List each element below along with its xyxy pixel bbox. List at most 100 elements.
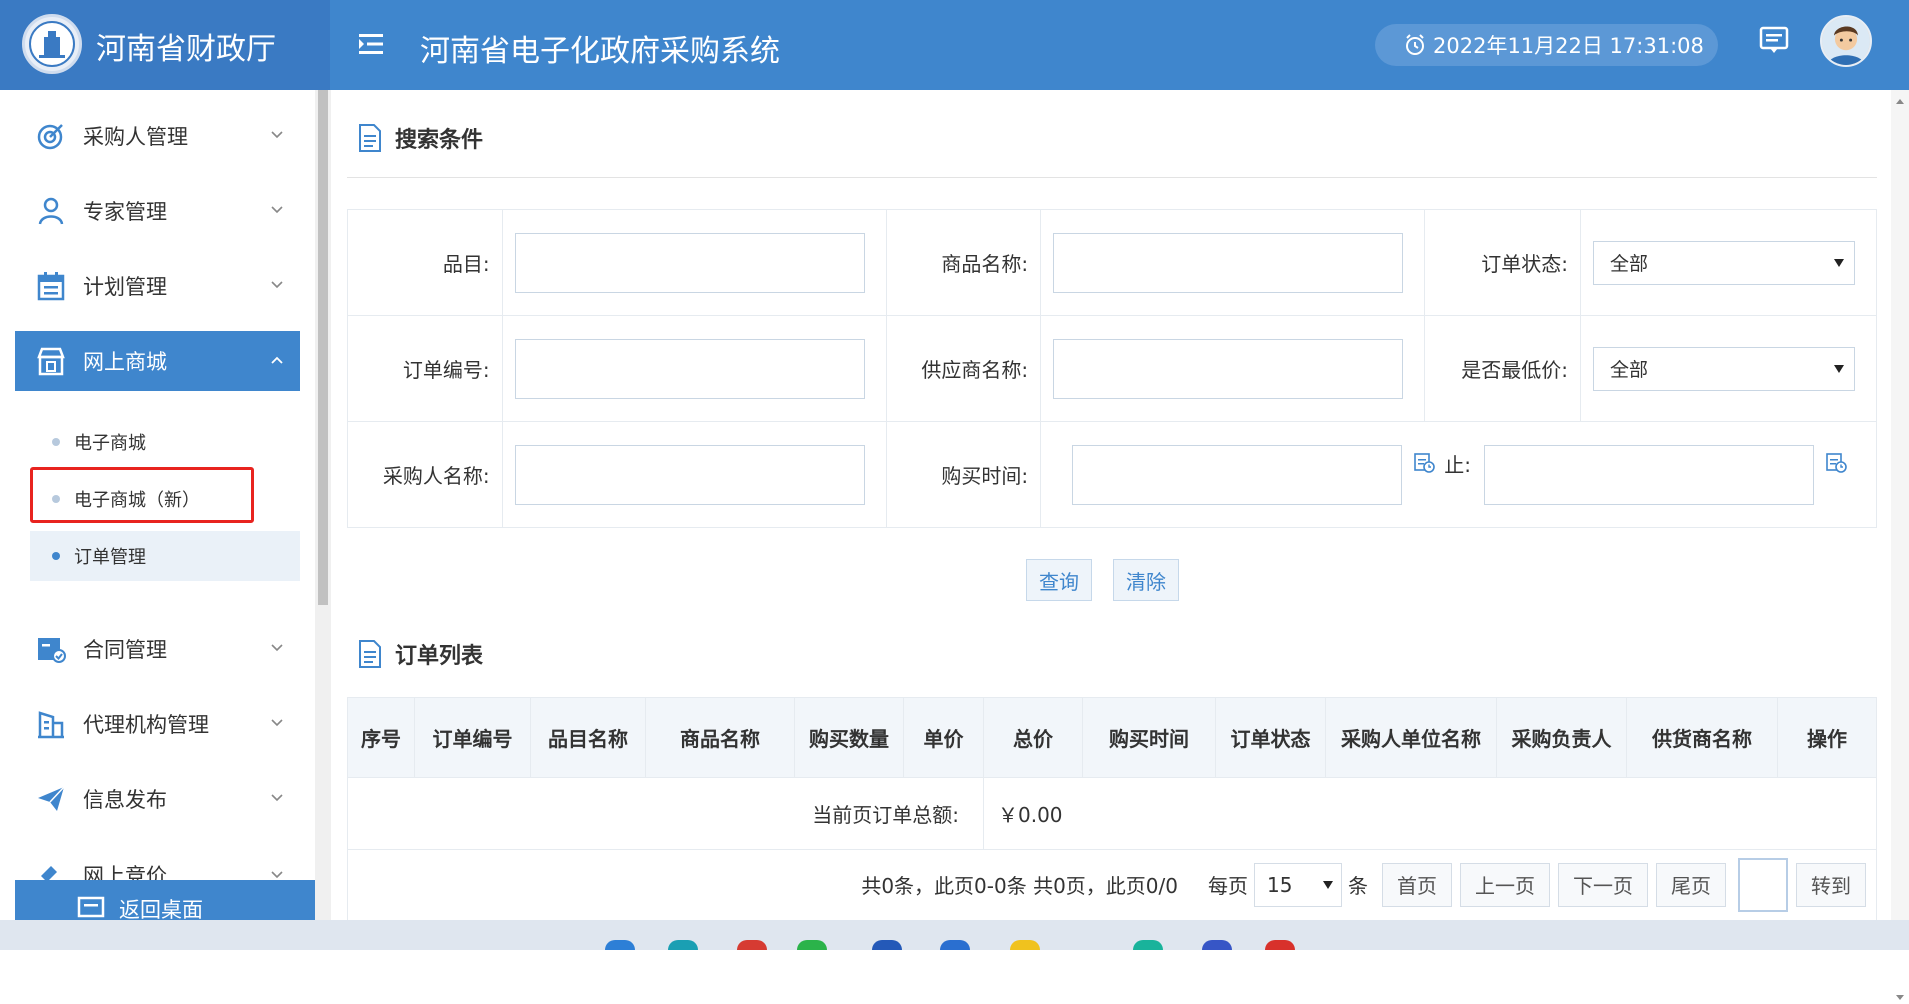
taskbar-app-icon[interactable] bbox=[1265, 940, 1295, 950]
table-header-row: 序号 订单编号 品目名称 商品名称 购买数量 单价 总价 购买时间 订单状态 采… bbox=[347, 697, 1877, 778]
highlight-box bbox=[30, 467, 254, 523]
taskbar-app-icon[interactable] bbox=[940, 940, 970, 950]
chevron-down-icon bbox=[271, 719, 283, 727]
sidebar-subitem-label: 订单管理 bbox=[74, 547, 146, 568]
sidebar-scrollbar-thumb[interactable] bbox=[318, 90, 328, 605]
first-page-button[interactable]: 首页 bbox=[1382, 862, 1452, 907]
menu-toggle-icon[interactable] bbox=[355, 28, 387, 60]
order-no-label: 订单编号: bbox=[347, 315, 503, 422]
scroll-up-icon[interactable] bbox=[1891, 96, 1909, 108]
taskbar-app-icon[interactable] bbox=[1133, 940, 1163, 950]
column-header: 商品名称 bbox=[645, 697, 795, 778]
prev-page-button[interactable]: 上一页 bbox=[1460, 862, 1550, 907]
supplier-name-label: 供应商名称: bbox=[885, 315, 1042, 422]
sidebar-subitem-order-management[interactable]: 订单管理 bbox=[30, 531, 300, 581]
last-page-button[interactable]: 尾页 bbox=[1656, 862, 1726, 907]
clear-button[interactable]: 清除 bbox=[1113, 559, 1179, 601]
sidebar-item-info-release[interactable]: 信息发布 bbox=[15, 769, 300, 829]
person-icon bbox=[38, 197, 64, 225]
chevron-up-icon bbox=[271, 356, 283, 364]
sidebar-item-label: 代理机构管理 bbox=[83, 713, 209, 737]
sidebar-subitem-label: 电子商城 bbox=[74, 433, 146, 454]
lowest-price-select[interactable]: 全部 bbox=[1592, 346, 1855, 391]
order-list-title: 订单列表 bbox=[395, 644, 484, 669]
chevron-down-icon bbox=[271, 281, 283, 289]
column-header: 采购人单位名称 bbox=[1325, 697, 1497, 778]
chevron-down-icon bbox=[271, 644, 283, 652]
per-page-select[interactable]: 15 bbox=[1254, 862, 1342, 907]
taskbar-app-icon[interactable] bbox=[737, 940, 767, 950]
supplier-name-input[interactable] bbox=[1053, 338, 1404, 399]
column-header: 购买数量 bbox=[794, 697, 904, 778]
main-content: 搜索条件 品目: 商品名称: 订单状态: 全部 订单编号: 供应商名称: 是否最… bbox=[331, 90, 1889, 950]
go-button[interactable]: 转到 bbox=[1796, 862, 1866, 907]
avatar[interactable] bbox=[1820, 15, 1872, 67]
taskbar-app-icon[interactable] bbox=[605, 940, 635, 950]
target-icon bbox=[37, 124, 63, 150]
order-no-input[interactable] bbox=[514, 338, 865, 399]
order-status-label: 订单状态: bbox=[1424, 209, 1581, 316]
column-header: 采购负责人 bbox=[1496, 697, 1627, 778]
sidebar-item-online-mall[interactable]: 网上商城 bbox=[15, 331, 300, 391]
building-icon bbox=[38, 711, 64, 739]
contract-icon bbox=[38, 638, 66, 663]
order-status-select[interactable]: 全部 bbox=[1592, 240, 1855, 285]
date-picker-icon[interactable] bbox=[1825, 451, 1848, 473]
sidebar-item-label: 信息发布 bbox=[83, 788, 167, 812]
next-page-button[interactable]: 下一页 bbox=[1558, 862, 1648, 907]
pagination-summary: 共0条，此页0-0条 共0页，此页0/0 bbox=[861, 874, 1178, 898]
product-name-input[interactable] bbox=[1053, 232, 1404, 293]
sidebar-item-label: 网上商城 bbox=[83, 350, 167, 374]
sidebar-item-label: 合同管理 bbox=[83, 638, 167, 662]
main-scrollbar[interactable] bbox=[1891, 90, 1909, 1000]
taskbar-app-icon[interactable] bbox=[668, 940, 698, 950]
sidebar-item-plan[interactable]: 计划管理 bbox=[15, 256, 300, 316]
buyer-name-input[interactable] bbox=[514, 444, 865, 505]
hammer-icon bbox=[41, 866, 57, 880]
brand-title: 河南省财政厅 bbox=[96, 32, 276, 67]
product-name-label: 商品名称: bbox=[885, 209, 1042, 316]
sidebar-item-contract[interactable]: 合同管理 bbox=[15, 619, 300, 679]
document-icon bbox=[359, 124, 381, 152]
query-button[interactable]: 查询 bbox=[1026, 559, 1092, 601]
system-title: 河南省电子化政府采购系统 bbox=[420, 34, 780, 69]
sidebar-item-label: 专家管理 bbox=[83, 200, 167, 224]
sidebar-item-online-bidding[interactable]: 网上竞价 bbox=[15, 844, 300, 880]
taskbar-app-icon[interactable] bbox=[1202, 940, 1232, 950]
buyer-name-label: 采购人名称: bbox=[347, 421, 503, 528]
taskbar-app-icon[interactable] bbox=[797, 940, 827, 950]
purchase-time-end-input[interactable] bbox=[1484, 444, 1815, 505]
page-number-input[interactable] bbox=[1738, 857, 1788, 912]
total-row: 当前页订单总额: ￥0.00 bbox=[347, 777, 1877, 850]
chevron-down-icon bbox=[271, 794, 283, 802]
dropdown-arrow-icon bbox=[1833, 364, 1844, 373]
to-label: 止: bbox=[1444, 452, 1472, 477]
emblem-icon bbox=[29, 21, 75, 67]
sidebar-item-expert[interactable]: 专家管理 bbox=[15, 181, 300, 241]
category-label: 品目: bbox=[347, 209, 503, 316]
sidebar-item-agency[interactable]: 代理机构管理 bbox=[15, 694, 300, 754]
logo bbox=[22, 14, 82, 74]
order-status-value: 全部 bbox=[1609, 253, 1648, 275]
category-input[interactable] bbox=[514, 232, 865, 293]
taskbar-app-icon[interactable] bbox=[872, 940, 902, 950]
sidebar-scrollbar[interactable] bbox=[315, 90, 331, 950]
lowest-price-label: 是否最低价: bbox=[1424, 315, 1581, 422]
purchase-time-start-input[interactable] bbox=[1072, 444, 1403, 505]
date-picker-icon[interactable] bbox=[1413, 451, 1435, 473]
page-total-value: ￥0.00 bbox=[983, 777, 1877, 850]
scroll-down-icon[interactable] bbox=[1891, 992, 1909, 1004]
taskbar-app-icon[interactable] bbox=[1010, 940, 1040, 950]
column-header: 单价 bbox=[903, 697, 984, 778]
dropdown-arrow-icon bbox=[1833, 258, 1844, 267]
sidebar-subitem-emall[interactable]: 电子商城 bbox=[30, 417, 300, 467]
brand-area: 河南省财政厅 bbox=[0, 0, 330, 90]
column-header: 订单编号 bbox=[414, 697, 531, 778]
pagination: 共0条，此页0-0条 共0页，此页0/0 每页 15 条 首页 上一页 下一页 … bbox=[347, 849, 1877, 921]
sidebar-item-label: 采购人管理 bbox=[83, 125, 188, 149]
bullet-dot-icon bbox=[52, 438, 60, 446]
sidebar-item-label: 网上竞价 bbox=[83, 864, 167, 880]
sidebar-item-buyer[interactable]: 采购人管理 bbox=[15, 106, 300, 166]
column-header: 供货商名称 bbox=[1626, 697, 1778, 778]
message-icon[interactable] bbox=[1758, 25, 1790, 55]
